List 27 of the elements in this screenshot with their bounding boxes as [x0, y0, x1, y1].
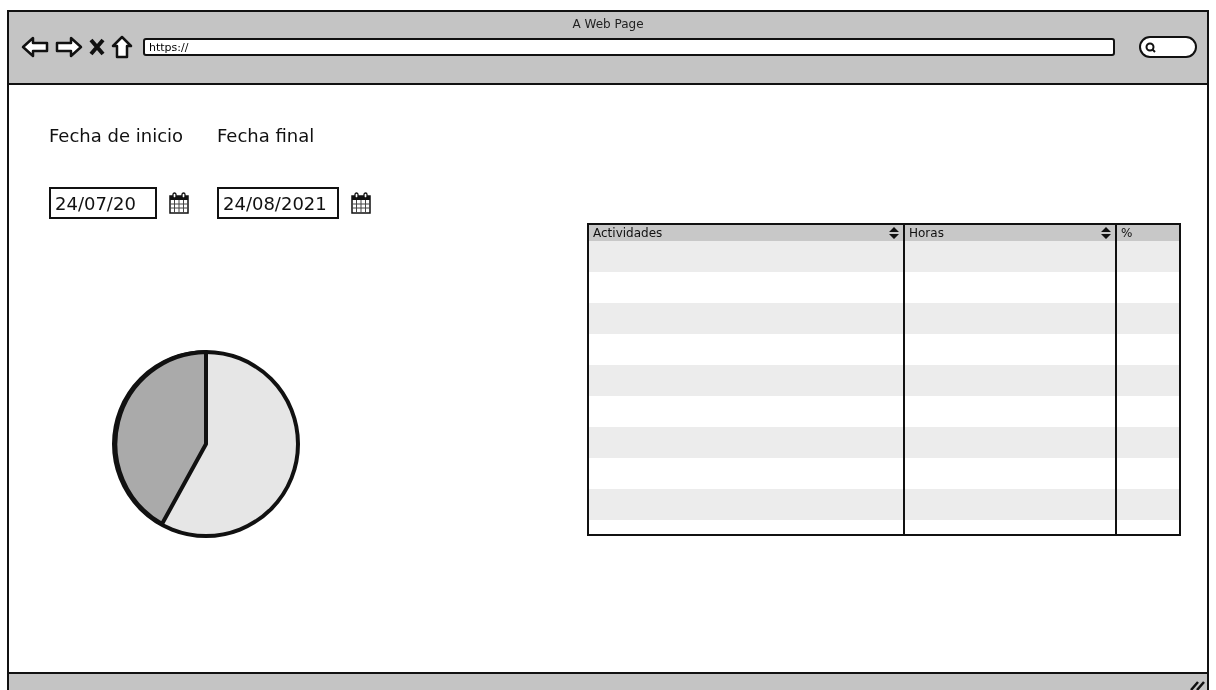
- column-header[interactable]: %: [1117, 225, 1179, 241]
- address-field[interactable]: https://: [143, 38, 1115, 56]
- back-icon[interactable]: [21, 36, 49, 58]
- column-title: %: [1121, 226, 1133, 240]
- forward-icon[interactable]: [55, 36, 83, 58]
- column-title: Horas: [909, 226, 944, 240]
- column-header[interactable]: Actividades: [589, 225, 903, 241]
- table-cell-shaded: [1117, 365, 1179, 396]
- column-header[interactable]: Horas: [905, 225, 1115, 241]
- close-icon[interactable]: [89, 38, 105, 56]
- table-cell-shaded: [1117, 427, 1179, 458]
- date-field[interactable]: 24/08/2021: [217, 187, 339, 219]
- column-title: Actividades: [593, 226, 663, 240]
- calendar-icon[interactable]: [351, 192, 371, 214]
- date-label: Fecha final: [217, 125, 316, 148]
- table-cell-shaded: [1117, 303, 1179, 334]
- sort-icon[interactable]: [889, 227, 899, 239]
- date-field[interactable]: 24/07/20: [49, 187, 157, 219]
- search-field[interactable]: [1139, 36, 1197, 58]
- table-cell-shaded: [1117, 489, 1179, 520]
- date-label: Fecha de inicio: [49, 125, 185, 148]
- home-icon[interactable]: [111, 35, 133, 59]
- search-icon: [1145, 41, 1156, 53]
- window-title: A Web Page: [572, 17, 644, 33]
- table-cell-shaded: [1117, 241, 1179, 272]
- calendar-icon[interactable]: [169, 192, 189, 214]
- sort-icon[interactable]: [1101, 227, 1111, 239]
